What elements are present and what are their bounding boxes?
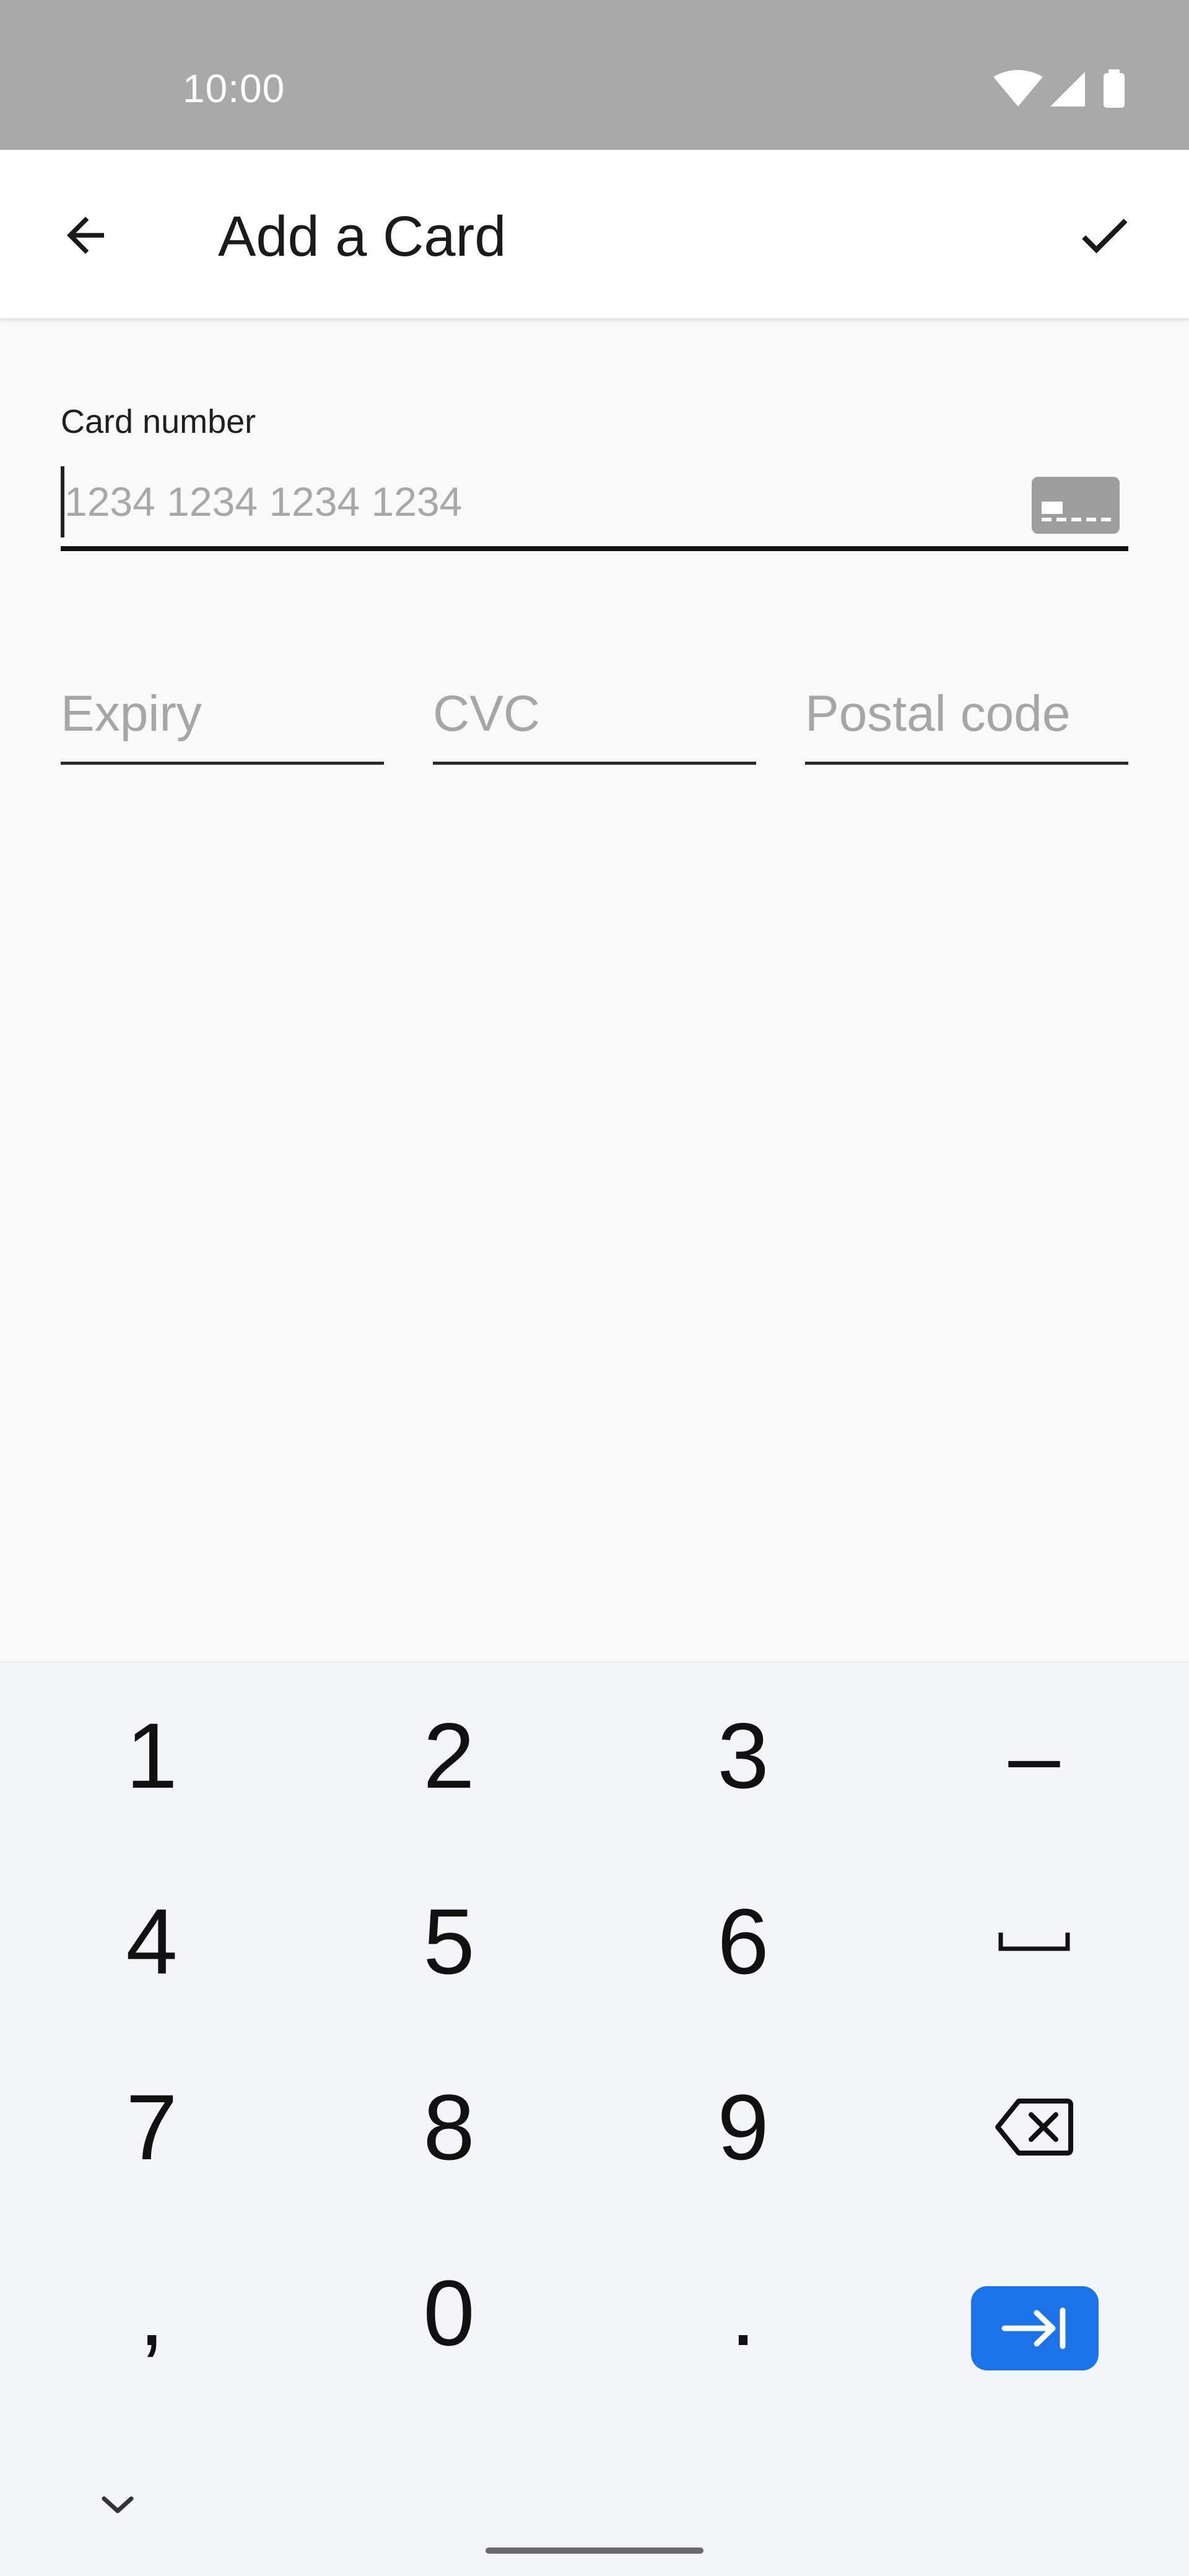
key-9[interactable]: 9: [594, 2034, 892, 2220]
expiry-input[interactable]: [61, 675, 384, 752]
backspace-icon: [995, 2099, 1073, 2156]
card-number-label: Card number: [61, 403, 256, 440]
space-icon: [998, 1933, 1070, 1951]
key-comma[interactable]: ,: [3, 2220, 300, 2406]
key-8[interactable]: 8: [300, 2034, 598, 2220]
keyboard-collapse-button[interactable]: [87, 2474, 149, 2536]
numeric-keyboard: 1 2 3 – 4 5 6 7 8 9 , 0 .: [0, 1661, 1189, 2576]
card-number-input[interactable]: [61, 468, 993, 536]
check-icon: [1081, 218, 1127, 253]
key-0[interactable]: 0: [300, 2220, 598, 2406]
add-card-screen: 10:00 Add a Card Card number 1234 1234 1…: [0, 0, 1189, 2576]
card-number-field[interactable]: [61, 461, 1128, 551]
key-period[interactable]: .: [594, 2220, 892, 2406]
key-4[interactable]: 4: [3, 1848, 300, 2034]
key-1[interactable]: 1: [3, 1663, 300, 1848]
home-indicator[interactable]: [486, 2548, 703, 2554]
status-icons: [993, 68, 1136, 111]
status-bar: 10:00: [0, 0, 1189, 150]
key-6[interactable]: 6: [594, 1848, 892, 2034]
key-backspace[interactable]: [886, 2034, 1183, 2220]
postal-code-field[interactable]: [805, 675, 1128, 765]
status-time: 10:00: [183, 66, 285, 111]
cvc-input[interactable]: [433, 675, 756, 752]
confirm-button[interactable]: [1062, 193, 1146, 277]
cellular-signal-icon: [1050, 72, 1085, 107]
key-3[interactable]: 3: [594, 1663, 892, 1848]
battery-icon: [1104, 69, 1125, 108]
key-2[interactable]: 2: [300, 1663, 598, 1848]
app-bar: Add a Card: [0, 150, 1189, 318]
key-7[interactable]: 7: [3, 2034, 300, 2220]
cvc-field[interactable]: [433, 675, 756, 765]
wifi-icon: [993, 70, 1043, 107]
key-space[interactable]: [886, 1848, 1183, 2034]
key-dash[interactable]: –: [886, 1663, 1183, 1848]
next-field-icon: [1001, 2307, 1066, 2349]
arrow-back-icon: [66, 216, 104, 254]
expiry-field[interactable]: [61, 675, 384, 765]
page-title: Add a Card: [218, 205, 507, 268]
key-5[interactable]: 5: [300, 1848, 598, 2034]
chevron-down-icon: [102, 2496, 134, 2513]
generic-card-icon: [1032, 477, 1120, 534]
next-field-button[interactable]: [971, 2286, 1099, 2370]
back-button[interactable]: [43, 193, 127, 277]
text-cursor: [61, 466, 64, 537]
postal-code-input[interactable]: [805, 675, 1128, 752]
